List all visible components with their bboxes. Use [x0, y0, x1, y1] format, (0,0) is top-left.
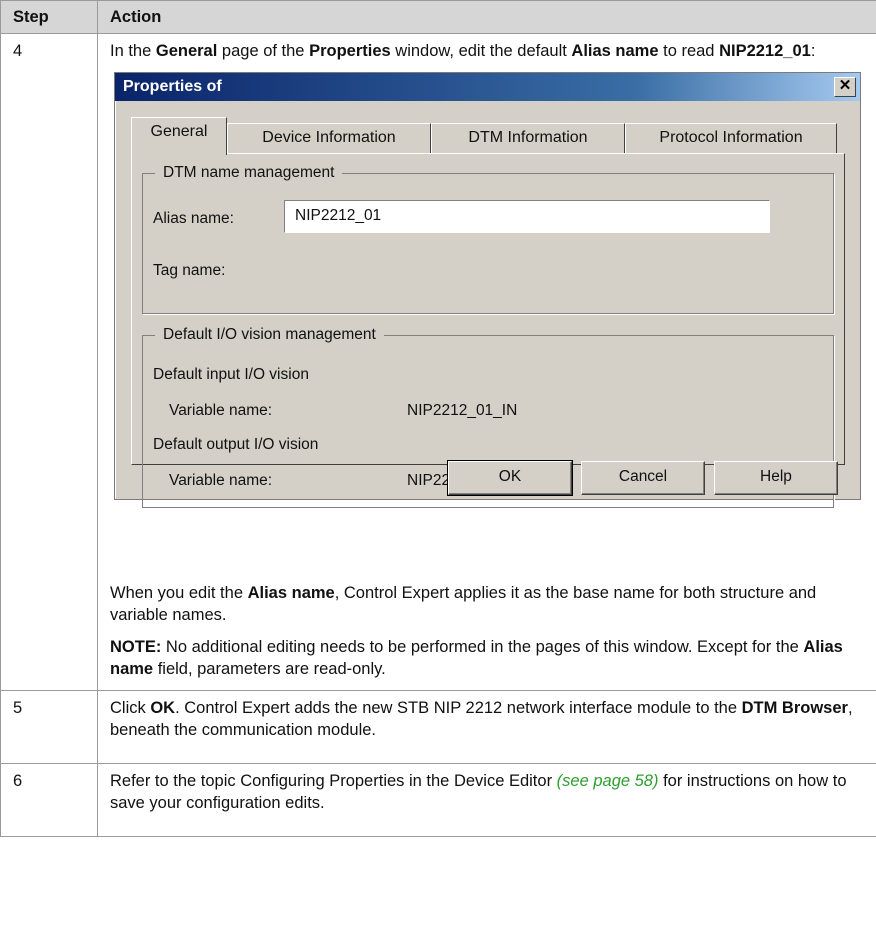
see-page-link[interactable]: (see page 58): [557, 772, 659, 790]
close-icon[interactable]: ✕: [834, 77, 856, 97]
alias-name-input[interactable]: NIP2212_01: [284, 200, 770, 233]
bold-dtm-browser: DTM Browser: [741, 699, 848, 717]
dialog-title: Properties of: [123, 78, 222, 95]
tab-protocol-information[interactable]: Protocol Information: [625, 123, 837, 154]
group-legend: Default I/O vision management: [163, 326, 376, 343]
note-paragraph: NOTE: No additional editing needs to be …: [110, 636, 864, 680]
text: to read: [658, 42, 720, 60]
ok-button[interactable]: OK: [447, 460, 573, 496]
table-header-row: Step Action: [0, 0, 876, 34]
input-vision-label: Default input I/O vision: [153, 366, 309, 383]
properties-dialog: Properties of ✕ General Device Informati…: [114, 72, 861, 508]
tag-label: Tag name:: [153, 262, 226, 279]
step-number-6: 6: [0, 763, 98, 837]
bold-alias-name: Alias name: [571, 42, 659, 60]
bold-general: General: [155, 42, 218, 60]
output-var-label: Variable name:: [169, 472, 273, 489]
dialog-titlebar[interactable]: Properties of ✕: [115, 73, 860, 101]
text: field, parameters are read-only.: [153, 660, 386, 678]
bold-ok: OK: [150, 699, 176, 717]
text: . Control Expert adds the new STB NIP 22…: [175, 699, 742, 717]
header-action: Action: [97, 0, 876, 34]
steps-table: Step Action 4 In the General page of the…: [0, 0, 876, 837]
note-label: NOTE:: [110, 638, 162, 656]
tab-panel-general: DTM name management Alias name: NIP2212_…: [131, 153, 845, 508]
text: In the: [110, 42, 156, 60]
action-cell-4: In the General page of the Properties wi…: [97, 33, 876, 691]
text: :: [810, 42, 816, 60]
text: page of the: [217, 42, 310, 60]
cancel-button[interactable]: Cancel: [581, 461, 705, 495]
table-row-step-4: 4 In the General page of the Properties …: [0, 33, 876, 691]
step4-intro: In the General page of the Properties wi…: [110, 40, 864, 62]
tab-general[interactable]: General: [131, 117, 227, 155]
text: window, edit the default: [390, 42, 572, 60]
alias-label: Alias name:: [153, 210, 234, 227]
help-button[interactable]: Help: [714, 461, 838, 495]
text: Refer to the topic Configuring Propertie…: [110, 772, 557, 790]
text: No additional editing needs to be perfor…: [161, 638, 804, 656]
table-row-step-6: 6 Refer to the topic Configuring Propert…: [0, 763, 876, 837]
header-step: Step: [0, 0, 98, 34]
tab-device-information[interactable]: Device Information: [227, 123, 431, 154]
step-number-5: 5: [0, 690, 98, 764]
input-var-label: Variable name:: [169, 402, 273, 419]
table-row-step-5: 5 Click OK. Control Expert adds the new …: [0, 690, 876, 764]
text: Click: [110, 699, 151, 717]
tab-dtm-information[interactable]: DTM Information: [431, 123, 625, 154]
output-vision-label: Default output I/O vision: [153, 436, 319, 453]
action-cell-5: Click OK. Control Expert adds the new ST…: [97, 690, 876, 764]
dtm-name-group: DTM name management Alias name: NIP2212_…: [142, 162, 834, 314]
text: When you edit the: [110, 584, 248, 602]
bold-alias-name: Alias name: [247, 584, 335, 602]
action-cell-6: Refer to the topic Configuring Propertie…: [97, 763, 876, 837]
input-var-value: NIP2212_01_IN: [407, 402, 518, 419]
step-number-4: 4: [0, 33, 98, 691]
bold-nip: NIP2212_01: [719, 42, 811, 60]
group-legend: DTM name management: [163, 164, 335, 181]
bold-properties: Properties: [309, 42, 391, 60]
alias-explanation: When you edit the Alias name, Control Ex…: [110, 582, 864, 626]
tab-strip: General Device Information DTM Informati…: [131, 117, 843, 155]
